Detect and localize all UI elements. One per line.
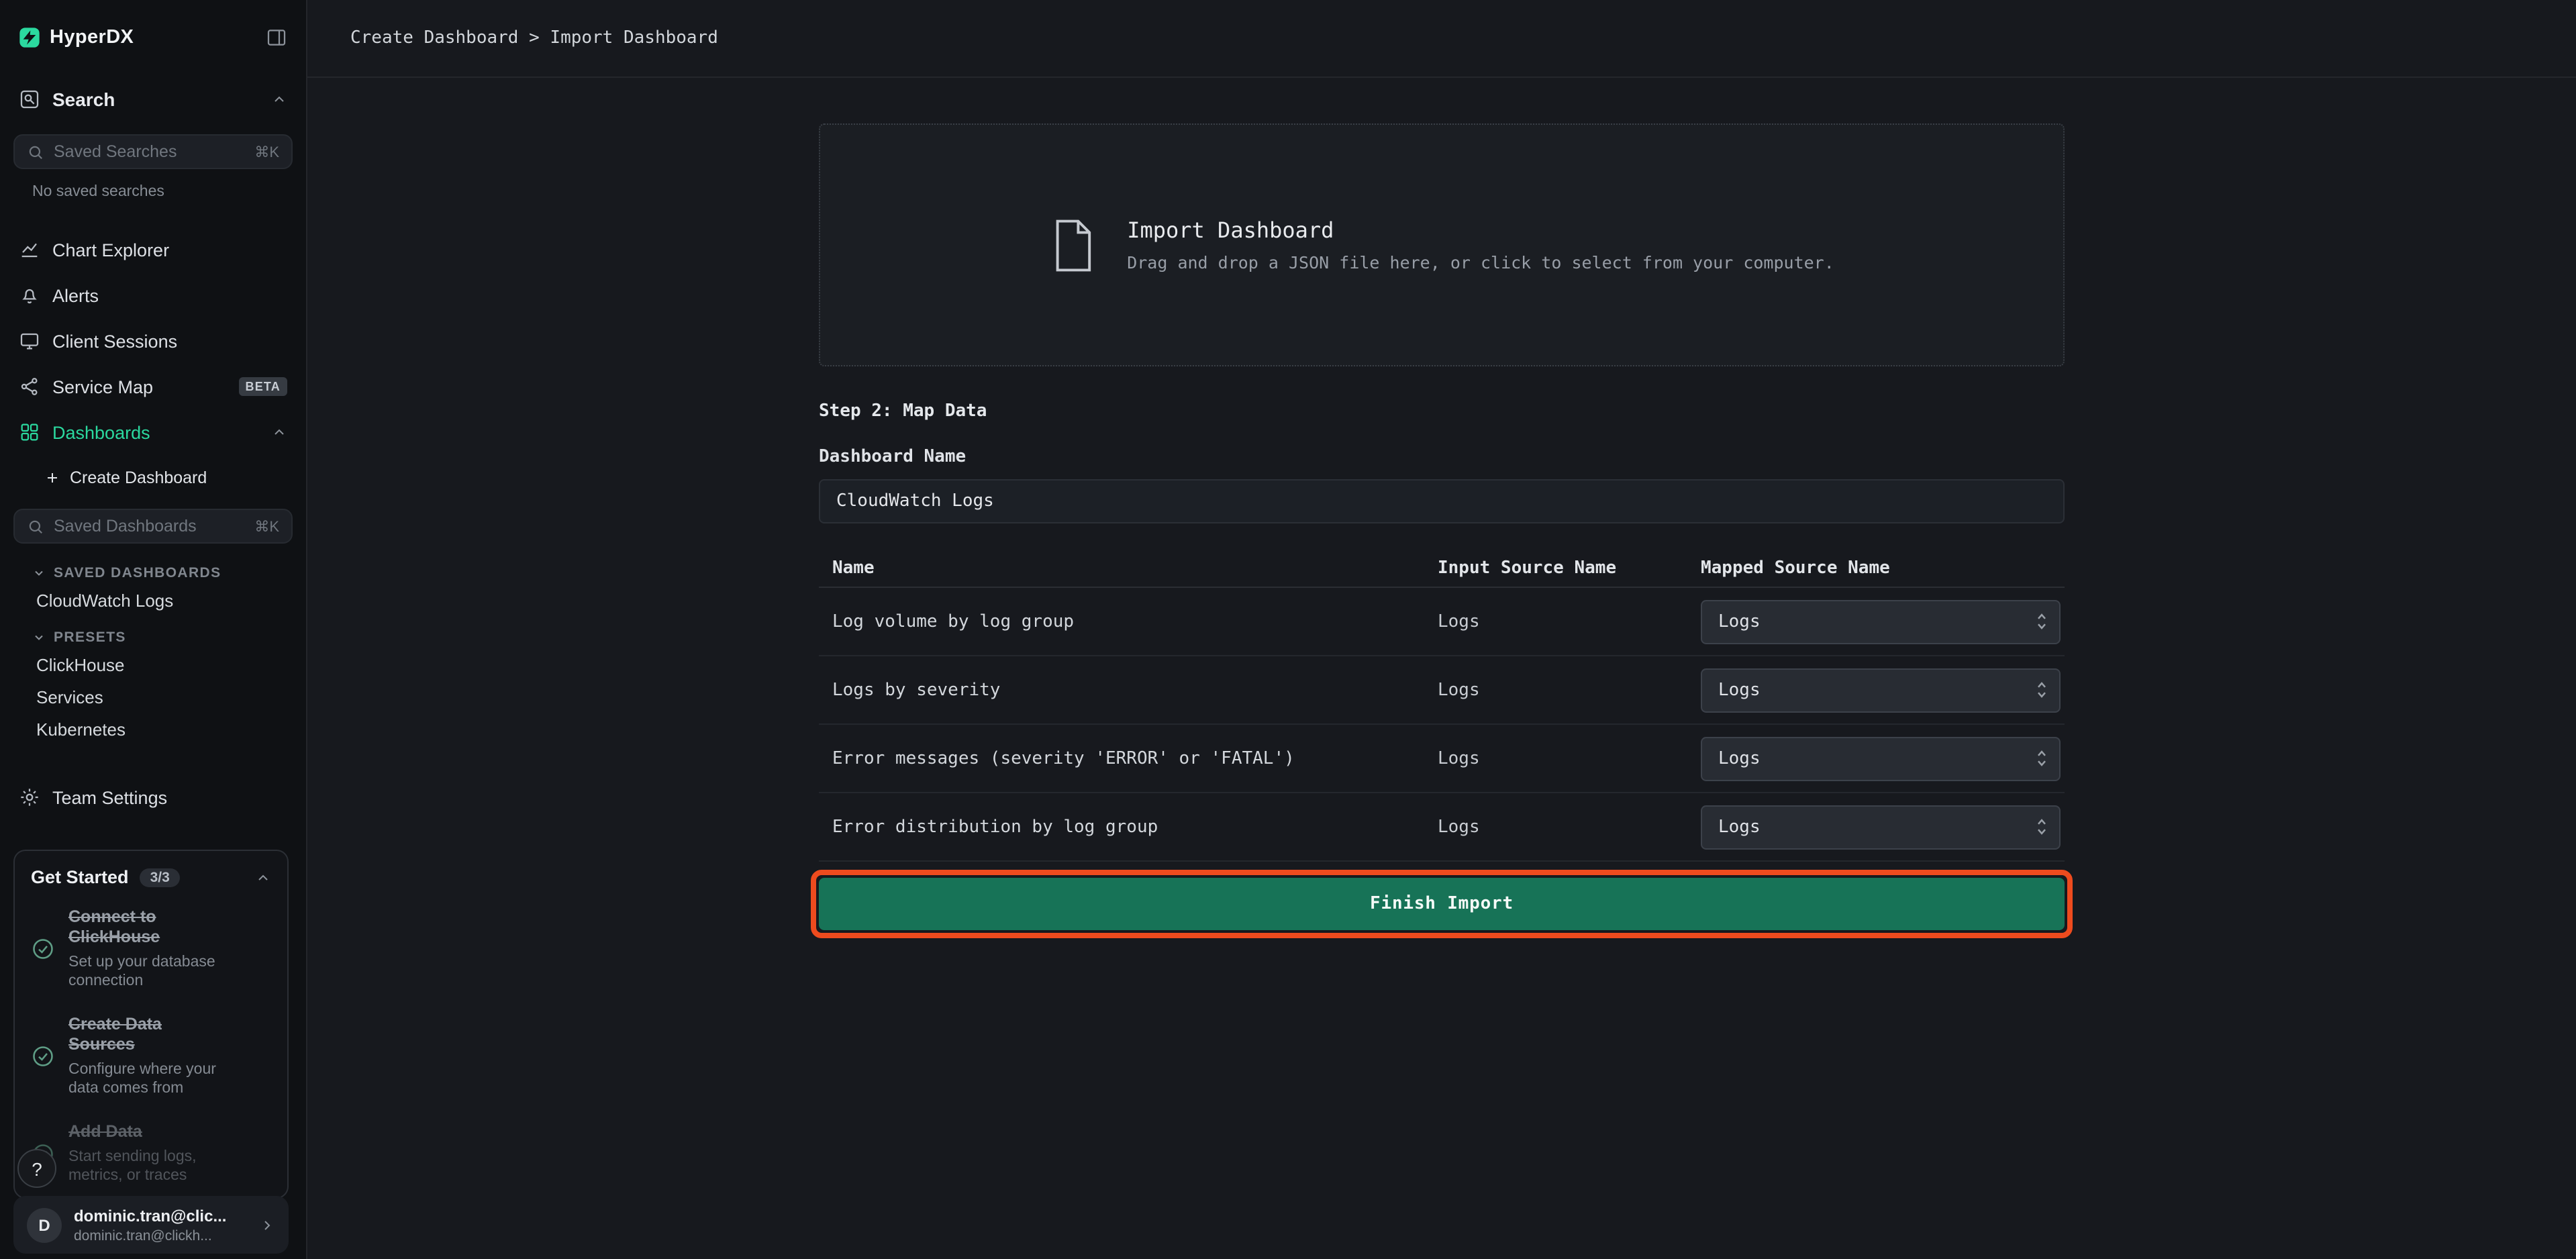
dashboard-name-input[interactable]: CloudWatch Logs [819, 479, 2065, 523]
monitor-icon [19, 330, 40, 352]
chevron-up-icon [271, 424, 287, 440]
sidebar-item-services[interactable]: Services [0, 681, 306, 713]
hyperdx-logo-icon [19, 27, 40, 48]
select-updown-icon [2035, 611, 2048, 632]
sidebar-item-dashboards[interactable]: Dashboards [0, 409, 306, 455]
user-email: dominic.tran@clickh... [74, 1227, 247, 1244]
mapped-source-select[interactable]: Logs [1701, 805, 2061, 849]
table-row: Logs by severity Logs Logs [819, 656, 2065, 725]
magnifier-icon [27, 143, 44, 160]
finish-import-highlight: Finish Import [811, 870, 2073, 938]
chart-name: Logs by severity [819, 680, 1438, 700]
search-section-header[interactable]: Search [0, 81, 306, 118]
search-section-icon [19, 89, 40, 110]
logo-row: HyperDX [0, 0, 306, 56]
get-started-item[interactable]: Create Data Sources Configure where your… [15, 1003, 287, 1110]
chevron-down-icon [32, 566, 46, 580]
get-started-item[interactable]: Connect to ClickHouse Set up your databa… [15, 895, 287, 1003]
dropzone-title: Import Dashboard [1127, 217, 1834, 243]
sidebar-collapse-icon[interactable] [266, 27, 287, 48]
chevron-right-icon [259, 1217, 275, 1233]
presets-section-toggle[interactable]: PRESETS [32, 630, 306, 646]
table-row: Log volume by log group Logs Logs [819, 588, 2065, 656]
select-updown-icon [2035, 679, 2048, 701]
import-dashboard-panel: Import Dashboard Drag and drop a JSON fi… [819, 123, 2065, 938]
saved-dashboards-input[interactable]: Saved Dashboards ⌘K [13, 509, 293, 544]
app-title: HyperDX [50, 27, 134, 48]
help-button[interactable]: ? [17, 1149, 56, 1188]
finish-import-button[interactable]: Finish Import [819, 878, 2065, 930]
col-header-mapped-source: Mapped Source Name [1701, 558, 2065, 578]
check-circle-icon [31, 937, 55, 961]
chart-name: Log volume by log group [819, 611, 1438, 632]
table-header: Name Input Source Name Mapped Source Nam… [819, 550, 2065, 588]
get-started-item[interactable]: Add Data Start sending logs, metrics, or… [15, 1110, 287, 1197]
gear-icon [19, 787, 40, 808]
file-icon [1049, 217, 1095, 273]
sidebar-item-kubernetes[interactable]: Kubernetes [0, 713, 306, 745]
input-source-name: Logs [1438, 611, 1701, 632]
input-source-name: Logs [1438, 748, 1701, 768]
mapped-source-select[interactable]: Logs [1701, 599, 2061, 644]
sidebar-item-team-settings[interactable]: Team Settings [0, 774, 306, 820]
breadcrumb[interactable]: Create Dashboard > Import Dashboard [350, 28, 718, 48]
chart-icon [19, 239, 40, 260]
no-saved-searches-text: No saved searches [32, 184, 306, 200]
sidebar-item-cloudwatch-logs[interactable]: CloudWatch Logs [0, 584, 306, 616]
dropzone-subtitle: Drag and drop a JSON file here, or click… [1127, 252, 1834, 272]
saved-dashboards-placeholder: Saved Dashboards [54, 517, 245, 536]
topbar: Create Dashboard > Import Dashboard [307, 0, 2576, 78]
chevron-down-icon [32, 631, 46, 644]
json-dropzone[interactable]: Import Dashboard Drag and drop a JSON fi… [819, 123, 2065, 366]
chevron-up-icon [255, 869, 271, 885]
create-dashboard-button[interactable]: Create Dashboard [0, 458, 306, 498]
beta-badge: BETA [239, 377, 287, 396]
main-area: Create Dashboard > Import Dashboard Impo… [307, 0, 2576, 1259]
bell-icon [19, 285, 40, 306]
logo[interactable]: HyperDX [19, 27, 134, 48]
input-source-name: Logs [1438, 817, 1701, 837]
sidebar-item-chart-explorer[interactable]: Chart Explorer [0, 227, 306, 272]
table-row: Error messages (severity 'ERROR' or 'FAT… [819, 725, 2065, 793]
chevron-up-icon [271, 91, 287, 107]
get-started-card: Get Started 3/3 Connect to ClickHouse Se… [13, 850, 289, 1199]
select-updown-icon [2035, 816, 2048, 838]
app-root: HyperDX Search Saved Searches ⌘K [0, 0, 2576, 1259]
dashboards-grid-icon [19, 421, 40, 443]
select-updown-icon [2035, 748, 2048, 769]
shortcut-badge: ⌘K [254, 143, 279, 160]
dashboard-name-label: Dashboard Name [819, 447, 2065, 467]
saved-searches-input[interactable]: Saved Searches ⌘K [13, 134, 293, 169]
avatar: D [27, 1207, 62, 1242]
shortcut-badge: ⌘K [254, 517, 279, 535]
map-data-table: Name Input Source Name Mapped Source Nam… [819, 550, 2065, 862]
magnifier-icon [27, 517, 44, 535]
col-header-name: Name [819, 558, 1438, 578]
user-name: dominic.tran@clic... [74, 1206, 247, 1225]
get-started-header[interactable]: Get Started 3/3 [15, 851, 287, 895]
saved-dashboards-section-toggle[interactable]: SAVED DASHBOARDS [32, 565, 306, 581]
check-circle-icon [31, 1044, 55, 1068]
sidebar-item-service-map[interactable]: Service Map BETA [0, 364, 306, 409]
input-source-name: Logs [1438, 680, 1701, 700]
plus-icon [44, 470, 60, 486]
table-row: Error distribution by log group Logs Log… [819, 793, 2065, 862]
sidebar: HyperDX Search Saved Searches ⌘K [0, 0, 307, 1259]
step-title: Step 2: Map Data [819, 401, 2065, 421]
progress-badge: 3/3 [140, 868, 181, 887]
mapped-source-select[interactable]: Logs [1701, 668, 2061, 712]
mapped-source-select[interactable]: Logs [1701, 736, 2061, 780]
chart-name: Error messages (severity 'ERROR' or 'FAT… [819, 748, 1438, 768]
sidebar-item-clickhouse[interactable]: ClickHouse [0, 648, 306, 681]
chart-name: Error distribution by log group [819, 817, 1438, 837]
col-header-input-source: Input Source Name [1438, 558, 1701, 578]
search-section-label: Search [52, 89, 115, 110]
sidebar-item-alerts[interactable]: Alerts [0, 272, 306, 318]
service-map-icon [19, 376, 40, 397]
sidebar-item-client-sessions[interactable]: Client Sessions [0, 318, 306, 364]
sidebar-nav: Chart Explorer Alerts Client Sessions Se… [0, 227, 306, 455]
saved-searches-placeholder: Saved Searches [54, 142, 245, 161]
user-menu[interactable]: D dominic.tran@clic... dominic.tran@clic… [13, 1196, 289, 1254]
